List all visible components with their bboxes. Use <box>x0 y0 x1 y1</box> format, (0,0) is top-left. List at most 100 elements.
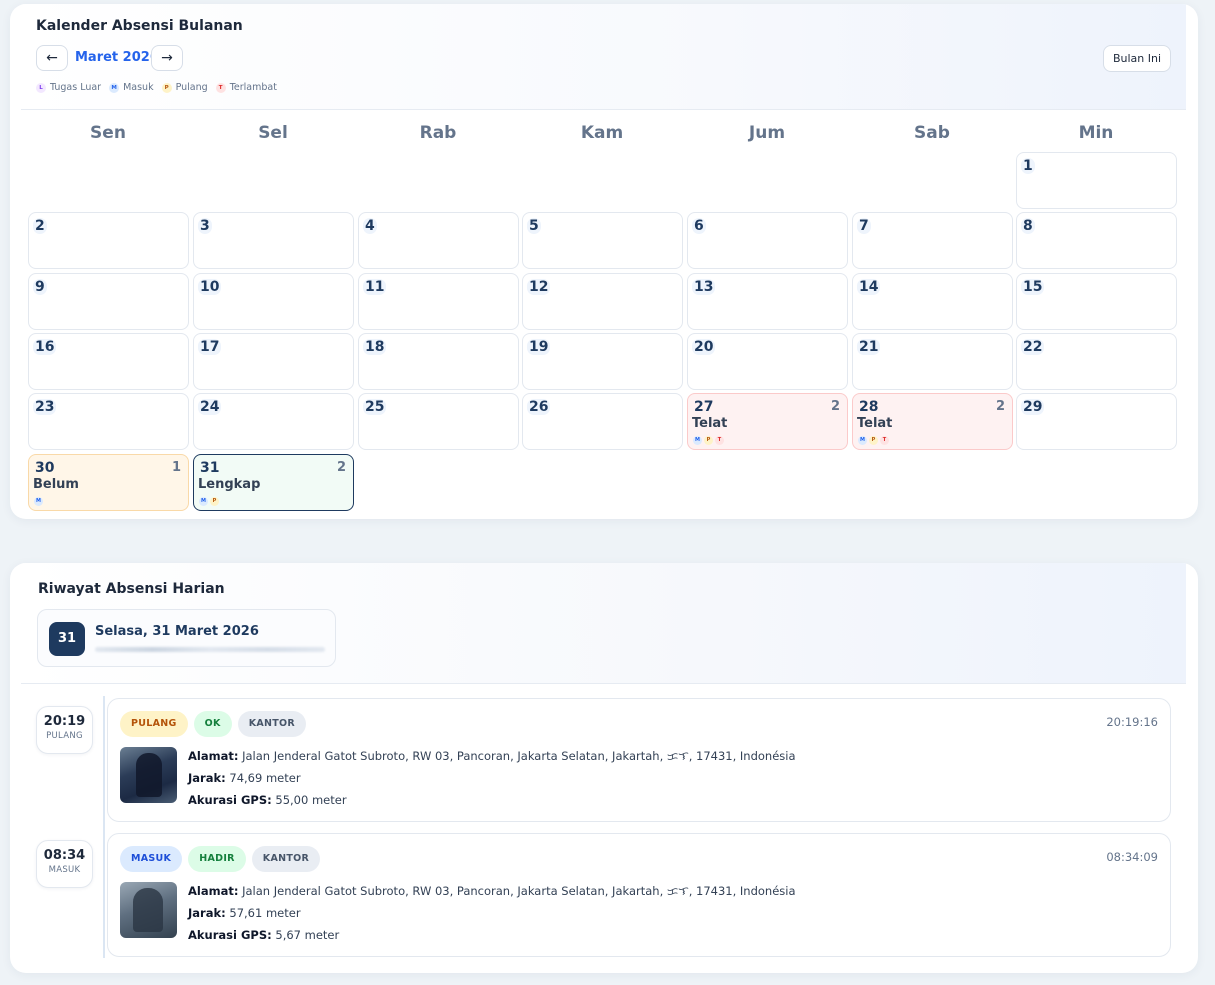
day-number: 24 <box>198 399 222 415</box>
location-tag: KANTOR <box>251 846 321 872</box>
accuracy-value: 5,67 meter <box>275 928 340 942</box>
day-number: 21 <box>857 339 881 355</box>
calendar-day-20[interactable]: 20 <box>687 333 848 390</box>
entry-kind: MASUK <box>48 865 81 875</box>
this-month-button[interactable]: Bulan Ini <box>1103 45 1171 72</box>
accuracy-label: Akurasi GPS: <box>188 928 272 942</box>
day-number: 8 <box>1021 218 1035 234</box>
calendar-day-1[interactable]: 1 <box>1016 152 1177 209</box>
timeline-line <box>103 696 105 958</box>
calendar-day-18[interactable]: 18 <box>358 333 519 390</box>
calendar-day-23[interactable]: 23 <box>28 393 189 450</box>
address-value: Jalan Jenderal Gatot Subroto, RW 03, Pan… <box>242 749 796 763</box>
status-tag: HADIR <box>188 846 246 872</box>
selfie-photo[interactable] <box>120 882 177 938</box>
calendar-day-9[interactable]: 9 <box>28 273 189 330</box>
day-status: Telat <box>692 416 728 431</box>
day-number: 26 <box>527 399 551 415</box>
legend-label: Terlambat <box>229 82 277 93</box>
calendar-day-19[interactable]: 19 <box>522 333 683 390</box>
selected-date-card: 31 Selasa, 31 Maret 2026 <box>37 609 336 667</box>
calendar-day-26[interactable]: 26 <box>522 393 683 450</box>
timeline-time-pill: 20:19 PULANG <box>36 706 93 754</box>
day-number: 9 <box>33 279 47 295</box>
accuracy-line: Akurasi GPS: 55,00 meter <box>188 793 796 815</box>
selfie-photo[interactable] <box>120 747 177 803</box>
weekday-label: Jum <box>748 123 786 143</box>
history-card: Riwayat Absensi Harian 31 Selasa, 31 Mar… <box>10 563 1198 973</box>
calendar-day-6[interactable]: 6 <box>687 212 848 269</box>
marker-m: M <box>693 436 702 445</box>
day-number: 3 <box>198 218 212 234</box>
calendar-day-7[interactable]: 7 <box>852 212 1013 269</box>
distance-value: 74,69 meter <box>229 771 301 785</box>
calendar-day-3[interactable]: 3 <box>193 212 354 269</box>
day-number: 19 <box>527 339 551 355</box>
calendar-day-8[interactable]: 8 <box>1016 212 1177 269</box>
marker-m: M <box>858 436 867 445</box>
address-line: Alamat: Jalan Jenderal Gatot Subroto, RW… <box>188 749 796 771</box>
calendar-day-15[interactable]: 15 <box>1016 273 1177 330</box>
day-number: 27 <box>694 399 714 415</box>
calendar-card: Kalender Absensi Bulanan ← Maret 2026 → … <box>10 4 1198 519</box>
day-number: 18 <box>363 339 387 355</box>
legend-item-masuk: M Masuk <box>109 82 154 93</box>
day-number: 20 <box>692 339 716 355</box>
attendance-entry[interactable]: MASUK HADIR KANTOR 08:34:09 Alamat: Jala… <box>107 833 1171 957</box>
day-number: 11 <box>363 279 387 295</box>
address-line: Alamat: Jalan Jenderal Gatot Subroto, RW… <box>188 884 796 906</box>
calendar-day-11[interactable]: 11 <box>358 273 519 330</box>
day-number: 16 <box>33 339 57 355</box>
weekday-label: Sab <box>914 123 950 143</box>
accuracy-value: 55,00 meter <box>275 793 347 807</box>
entry-kind: PULANG <box>46 731 83 741</box>
calendar-day-25[interactable]: 25 <box>358 393 519 450</box>
entry-time: 20:19 <box>43 714 86 729</box>
calendar-day-2[interactable]: 2 <box>28 212 189 269</box>
entry-timestamp: 20:19:16 <box>1106 715 1158 729</box>
calendar-day-29[interactable]: 29 <box>1016 393 1177 450</box>
marker-t: T <box>715 436 724 445</box>
calendar-day-16[interactable]: 16 <box>28 333 189 390</box>
day-record-count: 1 <box>171 460 181 475</box>
day-number: 4 <box>363 218 377 234</box>
day-status: Telat <box>857 416 893 431</box>
day-status: Lengkap <box>198 477 261 492</box>
calendar-day-31[interactable]: 31 2 Lengkap M P <box>193 454 354 511</box>
entry-tags: MASUK HADIR KANTOR <box>120 846 321 872</box>
calendar-day-24[interactable]: 24 <box>193 393 354 450</box>
weekday-label: Rab <box>419 123 457 143</box>
distance-label: Jarak: <box>188 771 226 785</box>
type-tag: MASUK <box>120 846 183 872</box>
address-label: Alamat: <box>188 884 239 898</box>
entry-tags: PULANG OK KANTOR <box>120 711 307 737</box>
calendar-day-12[interactable]: 12 <box>522 273 683 330</box>
day-markers: M <box>34 497 43 506</box>
calendar-day-22[interactable]: 22 <box>1016 333 1177 390</box>
calendar-day-28[interactable]: 28 2 Telat M P T <box>852 393 1013 450</box>
calendar-day-14[interactable]: 14 <box>852 273 1013 330</box>
next-month-button[interactable]: → <box>151 45 183 71</box>
weekday-label: Min <box>1078 123 1114 143</box>
legend-label: Masuk <box>123 82 154 93</box>
calendar-legend: L Tugas Luar M Masuk P Pulang T Terlamba… <box>36 82 277 93</box>
calendar-day-21[interactable]: 21 <box>852 333 1013 390</box>
attendance-entry[interactable]: PULANG OK KANTOR 20:19:16 Alamat: Jalan … <box>107 698 1171 822</box>
day-number: 6 <box>692 218 706 234</box>
calendar-day-27[interactable]: 27 2 Telat M P T <box>687 393 848 450</box>
calendar-day-30[interactable]: 30 1 Belum M <box>28 454 189 511</box>
calendar-day-17[interactable]: 17 <box>193 333 354 390</box>
calendar-day-13[interactable]: 13 <box>687 273 848 330</box>
calendar-day-5[interactable]: 5 <box>522 212 683 269</box>
day-number: 14 <box>857 279 881 295</box>
status-tag: OK <box>193 711 232 737</box>
entry-details: Alamat: Jalan Jenderal Gatot Subroto, RW… <box>188 884 796 950</box>
history-title: Riwayat Absensi Harian <box>38 581 225 597</box>
day-record-count: 2 <box>995 399 1005 414</box>
calendar-day-10[interactable]: 10 <box>193 273 354 330</box>
prev-month-button[interactable]: ← <box>36 45 68 71</box>
date-badge: 31 <box>49 622 85 656</box>
calendar-day-4[interactable]: 4 <box>358 212 519 269</box>
day-number: 28 <box>859 399 879 415</box>
distance-label: Jarak: <box>188 906 226 920</box>
